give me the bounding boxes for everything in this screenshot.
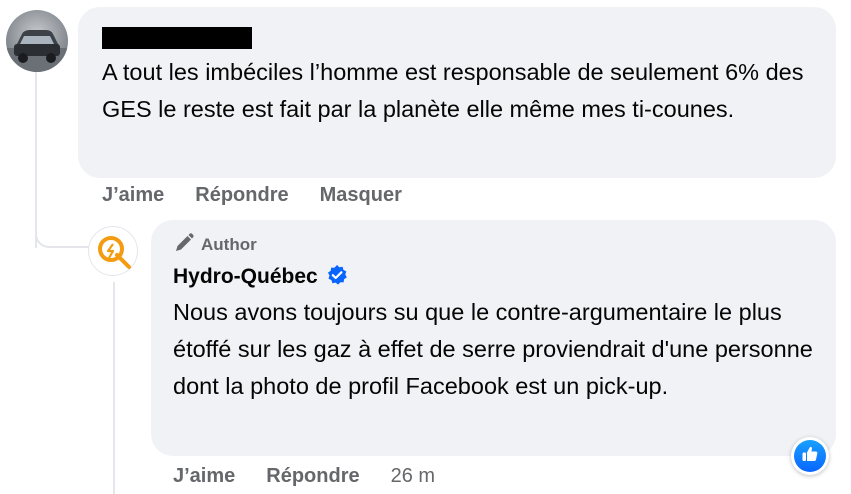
avatar-user[interactable] — [6, 10, 68, 72]
hide-link[interactable]: Masquer — [320, 184, 402, 207]
thread-connector-curve — [35, 196, 90, 248]
thread-line-reply — [113, 282, 115, 494]
verified-badge-icon — [326, 264, 348, 291]
reply-link[interactable]: Répondre — [266, 465, 359, 488]
reaction-badge[interactable] — [791, 437, 829, 475]
author-name[interactable]: Hydro-Québec — [173, 265, 318, 289]
thumbs-up-icon — [801, 445, 819, 468]
comment-text: A tout les imbéciles l’homme est respons… — [102, 59, 804, 122]
reply-link[interactable]: Répondre — [195, 184, 288, 207]
redacted-username — [102, 27, 252, 49]
like-link[interactable]: J’aime — [173, 465, 235, 488]
timestamp[interactable]: 26 m — [391, 465, 435, 488]
reply-author: Hydro-Québec — [173, 262, 348, 292]
author-label: Author — [201, 235, 257, 254]
reply-actions: J’aime Répondre 26 m — [173, 461, 466, 491]
like-link[interactable]: J’aime — [102, 184, 164, 207]
author-badge: Author — [173, 232, 257, 259]
pencil-icon — [173, 232, 195, 259]
comment-actions: J’aime Répondre Masquer — [102, 180, 433, 210]
reply-text: Nous avons toujours su que le contre-arg… — [173, 299, 813, 399]
hydro-quebec-logo[interactable] — [88, 226, 138, 276]
